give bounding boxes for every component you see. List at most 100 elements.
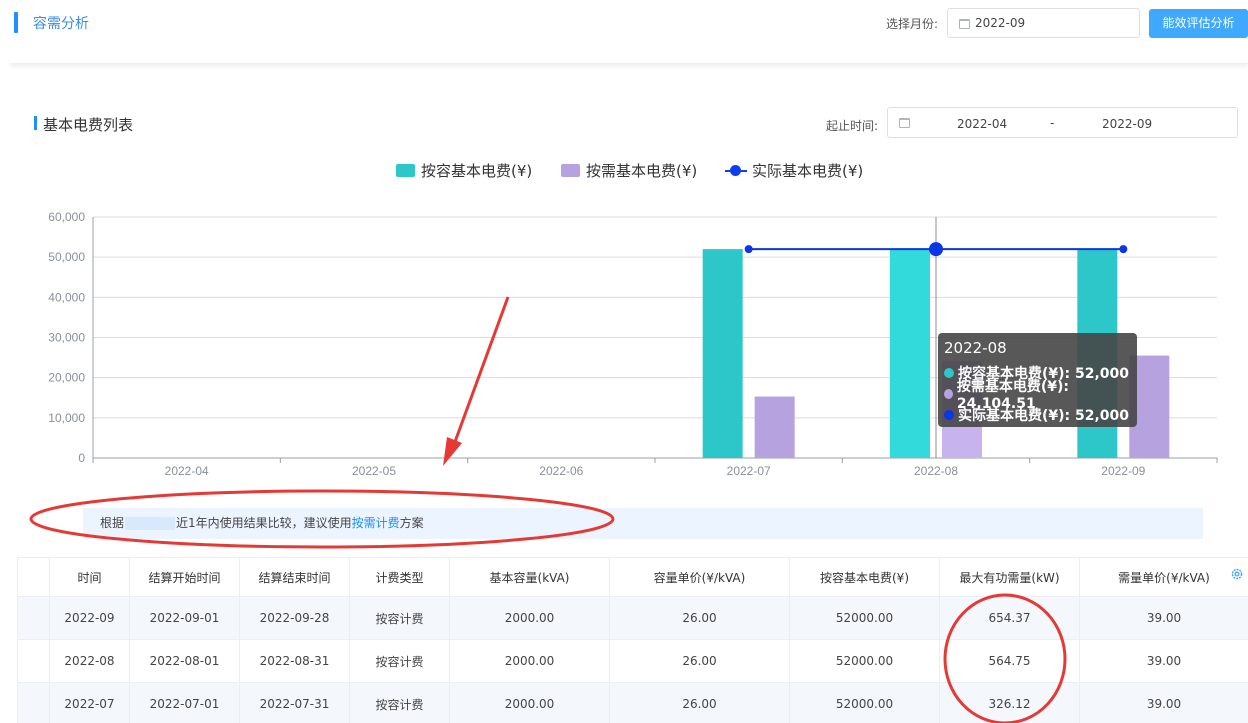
legend-swatch-capacity <box>396 163 415 177</box>
month-label: 选择月份: <box>886 17 939 31</box>
tooltip-dot <box>944 388 953 399</box>
y-tick-label: 10,000 <box>48 411 85 425</box>
chart-tooltip: 2022-08 按容基本电费(¥): 52,000 按需基本电费(¥): 24,… <box>938 333 1137 427</box>
legend-item-demand[interactable]: 按需基本电费(¥) <box>561 160 697 180</box>
legend-swatch-demand <box>561 163 580 177</box>
range-end: 2022-09 <box>1102 117 1153 131</box>
table-row[interactable]: 2022-08 2022-08-01 2022-08-31 按容计费 2000.… <box>17 639 1248 683</box>
recommended-plan-link[interactable]: 按需计费 <box>352 516 400 530</box>
x-tick-label: 2022-08 <box>914 464 958 478</box>
table-cell: 2000.00 <box>449 639 610 683</box>
table-cell <box>17 596 50 640</box>
x-tick-label: 2022-05 <box>352 464 396 478</box>
y-tick-label: 0 <box>78 451 85 465</box>
column-header <box>17 557 50 597</box>
table-cell: 2000.00 <box>449 682 610 723</box>
column-header: 时间 <box>49 557 130 597</box>
table-cell: 326.12 <box>939 682 1080 723</box>
tooltip-row: 实际基本电费(¥): 52,000 <box>944 404 1131 425</box>
bar-capacity <box>702 249 743 458</box>
month-picker[interactable]: 2022-09 <box>947 8 1140 38</box>
table-cell: 564.75 <box>939 639 1080 683</box>
column-header: 容量单价(¥/kVA) <box>609 557 790 597</box>
x-tick-label: 2022-09 <box>1101 464 1145 478</box>
section-title: 基本电费列表 <box>43 116 134 134</box>
range-label: 起止时间: <box>826 119 879 133</box>
table-cell: 52000.00 <box>789 596 940 640</box>
column-header: 计费类型 <box>349 557 450 597</box>
table-cell: 按容计费 <box>349 682 450 723</box>
table-cell: 按容计费 <box>349 596 450 640</box>
column-header: 结算结束时间 <box>239 557 350 597</box>
bar-demand <box>754 396 795 458</box>
legend-label-actual: 实际基本电费(¥) <box>752 161 864 180</box>
month-value: 2022-09 <box>975 16 1026 30</box>
table-cell: 654.37 <box>939 596 1080 640</box>
notice-suffix: 方案 <box>399 516 424 530</box>
notice-prefix: 根据 <box>100 516 125 530</box>
calendar-icon <box>959 19 970 29</box>
table-cell: 26.00 <box>609 596 790 640</box>
table-row[interactable]: 2022-09 2022-09-01 2022-09-28 按容计费 2000.… <box>17 596 1248 640</box>
tooltip-dot <box>944 367 954 378</box>
recommendation-notice: 根据 近1年内使用结果比较，建议使用按需计费方案 <box>83 508 1203 539</box>
legend-item-capacity[interactable]: 按容基本电费(¥) <box>396 160 532 180</box>
fee-table: 时间 结算开始时间 结算结束时间 计费类型 基本容量(kVA) 容量单价(¥/k… <box>17 557 1248 723</box>
range-separator: - <box>1050 116 1055 130</box>
settings-gear-icon[interactable] <box>1230 567 1244 581</box>
table-cell: 52000.00 <box>789 682 940 723</box>
bar-capacity <box>890 249 930 458</box>
point-actual <box>744 245 753 254</box>
table-cell: 26.00 <box>609 682 790 723</box>
notice-middle: 近1年内使用结果比较，建议使用 <box>176 516 352 530</box>
eval-analysis-button[interactable]: 能效评估分析 <box>1149 9 1248 38</box>
point-actual <box>929 242 943 257</box>
top-bar: 容需分析 选择月份: 2022-09 能效评估分析 <box>0 0 1248 48</box>
y-tick-label: 60,000 <box>48 210 85 224</box>
table-cell: 2022-09-01 <box>129 596 240 640</box>
table-header-row: 时间 结算开始时间 结算结束时间 计费类型 基本容量(kVA) 容量单价(¥/k… <box>17 557 1248 597</box>
page-title: 容需分析 <box>33 16 89 32</box>
table-cell: 2022-08-01 <box>129 639 240 683</box>
table-cell: 2022-08 <box>49 639 130 683</box>
calendar-icon <box>899 118 910 128</box>
table-cell: 2022-09 <box>49 596 130 640</box>
title-accent-bar <box>14 12 18 33</box>
legend-swatch-actual <box>725 164 747 177</box>
column-header: 结算开始时间 <box>129 557 240 597</box>
section-accent-bar <box>34 116 37 130</box>
y-tick-label: 50,000 <box>48 250 85 264</box>
column-header-last: 需量单价(¥/kVA) <box>1079 557 1248 597</box>
column-header-label: 需量单价(¥/kVA) <box>1118 570 1210 585</box>
table-cell <box>17 682 50 723</box>
legend-item-actual[interactable]: 实际基本电费(¥) <box>725 160 863 180</box>
point-actual <box>1119 245 1128 254</box>
tooltip-title: 2022-08 <box>944 339 1007 357</box>
tooltip-dot <box>944 409 954 420</box>
x-tick-label: 2022-04 <box>165 464 209 478</box>
table-cell: 2022-08-31 <box>239 639 350 683</box>
legend-label-demand: 按需基本电费(¥) <box>586 161 698 180</box>
table-cell: 2022-07-31 <box>239 682 350 723</box>
tooltip-row: 按需基本电费(¥): 24,104.51 <box>944 379 1131 412</box>
date-range-picker[interactable]: 2022-04 - 2022-09 <box>887 107 1238 138</box>
column-header: 基本容量(kVA) <box>449 557 610 597</box>
table-cell: 39.00 <box>1079 682 1248 723</box>
tooltip-row-text: 实际基本电费(¥): 52,000 <box>958 407 1130 424</box>
redacted-block <box>125 517 176 530</box>
table-cell: 2022-07-01 <box>129 682 240 723</box>
legend-label-capacity: 按容基本电费(¥) <box>421 161 533 180</box>
table-cell: 2000.00 <box>449 596 610 640</box>
table-cell: 52000.00 <box>789 639 940 683</box>
column-header: 按容基本电费(¥) <box>789 557 940 597</box>
table-row[interactable]: 2022-07 2022-07-01 2022-07-31 按容计费 2000.… <box>17 682 1248 723</box>
range-start: 2022-04 <box>957 117 1008 131</box>
table-cell: 39.00 <box>1079 639 1248 683</box>
table-cell: 2022-09-28 <box>239 596 350 640</box>
x-tick-label: 2022-07 <box>727 464 771 478</box>
table-cell: 按容计费 <box>349 639 450 683</box>
y-tick-label: 40,000 <box>48 290 85 304</box>
header-divider <box>10 56 1248 64</box>
y-tick-label: 30,000 <box>48 331 85 345</box>
column-header: 最大有功需量(kW) <box>939 557 1080 597</box>
